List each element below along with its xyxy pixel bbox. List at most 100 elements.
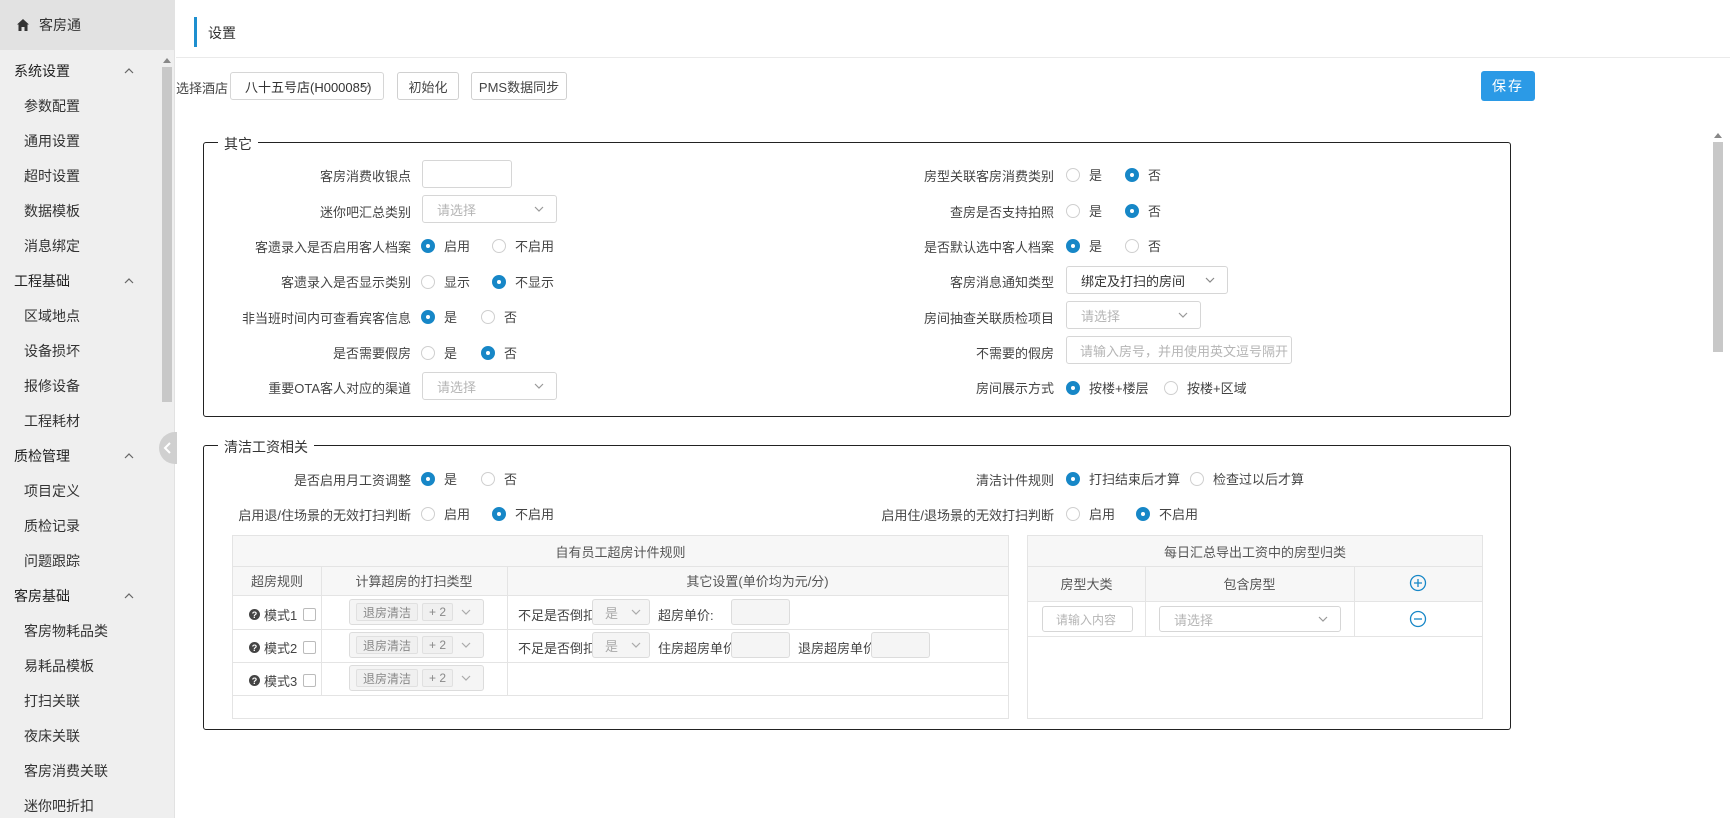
radio-label: 检查过以后才算 — [1213, 472, 1305, 487]
scroll-up-arrow-icon[interactable] — [1714, 133, 1722, 138]
sidebar-item[interactable]: 打扫关联 — [0, 683, 158, 718]
need-fake-room-label: 是否需要假房 — [332, 346, 411, 361]
sidebar-scroll-thumb[interactable] — [162, 67, 172, 402]
default-guest-profile-yes-radio[interactable]: 是 — [1066, 236, 1102, 255]
mode-2-deduct-label: 不足是否倒扣: — [518, 641, 600, 656]
init-button[interactable]: 初始化 — [397, 72, 459, 100]
room-display-floor-radio[interactable]: 按楼+楼层 — [1066, 378, 1149, 397]
roomtype-consume-no-radio[interactable]: 否 — [1125, 165, 1161, 184]
lost-show-category-show-radio[interactable]: 显示 — [421, 272, 470, 291]
lost-show-category-hide-radio[interactable]: 不显示 — [492, 272, 554, 291]
piece-rule-after-check-radio[interactable]: 检查过以后才算 — [1190, 469, 1304, 488]
sidebar-item[interactable]: 问题跟踪 — [0, 543, 158, 578]
sidebar-item[interactable]: 消息绑定 — [0, 228, 158, 263]
radio-label: 不启用 — [515, 239, 555, 254]
mode-1-price-input[interactable] — [731, 599, 790, 625]
sidebar-item[interactable]: 质检记录 — [0, 508, 158, 543]
cashier-point-label: 客房消费收银点 — [319, 169, 411, 184]
divider — [233, 595, 1008, 596]
sidebar-item[interactable]: 易耗品模板 — [0, 648, 158, 683]
need-fake-room-yes-radio[interactable]: 是 — [421, 343, 457, 362]
need-fake-room-no-radio[interactable]: 否 — [481, 343, 517, 362]
mode-2-checkin-price-input[interactable] — [731, 632, 790, 658]
checkout-invalid-clean-enable-radio[interactable]: 启用 — [421, 504, 470, 523]
add-row-icon[interactable] — [1409, 574, 1427, 592]
hotel-select[interactable]: 八十五号店(H000085) — [230, 72, 384, 100]
mode-2-checkout-price-input[interactable] — [871, 632, 930, 658]
radio-icon — [421, 238, 435, 253]
included-roomtypes-select[interactable]: 请选择 — [1159, 606, 1341, 632]
spot-check-qc-select[interactable]: 请选择 — [1066, 301, 1201, 329]
sidebar-group[interactable]: 系统设置 — [0, 53, 158, 88]
mode-2-deduct-select[interactable]: 是 — [592, 632, 650, 658]
radio-icon — [1066, 167, 1080, 182]
roomtype-consume-yes-radio[interactable]: 是 — [1066, 165, 1102, 184]
divider — [1028, 636, 1482, 637]
checkin-invalid-clean-enable-radio[interactable]: 启用 — [1066, 504, 1115, 523]
radio-icon — [1125, 167, 1139, 182]
lost-guest-profile-label: 客遗录入是否启用客人档案 — [254, 240, 411, 255]
mode-1-checkbox[interactable] — [303, 608, 317, 621]
sidebar-item[interactable]: 项目定义 — [0, 473, 158, 508]
clean-type-tag: 退房清洁 — [356, 636, 419, 654]
unneeded-fake-room-input[interactable]: 请输入房号，并用使用英文逗号隔开 — [1066, 336, 1292, 364]
remove-row-icon[interactable] — [1409, 610, 1427, 628]
sidebar-item[interactable]: 数据模板 — [0, 193, 158, 228]
monthly-wage-no-radio[interactable]: 否 — [481, 469, 517, 488]
sidebar-item[interactable]: 通用设置 — [0, 123, 158, 158]
sidebar-item[interactable]: 参数配置 — [0, 88, 158, 123]
main-scrollbar[interactable] — [1710, 128, 1726, 818]
mode-3-cell: ? 模式3 — [249, 671, 317, 690]
off-shift-guest-info-yes-radio[interactable]: 是 — [421, 307, 457, 326]
chevron-down-icon — [631, 609, 641, 615]
deduct-value: 是 — [605, 638, 619, 654]
sidebar-item[interactable]: 区域地点 — [0, 298, 158, 333]
mode-2-clean-type-select[interactable]: 退房清洁 + 2 — [349, 632, 484, 658]
save-button[interactable]: 保存 — [1481, 71, 1535, 101]
minibar-category-select[interactable]: 请选择 — [422, 195, 557, 223]
mode-1-clean-type-select[interactable]: 退房清洁 + 2 — [349, 599, 484, 625]
message-notify-type-select[interactable]: 绑定及打扫的房间 — [1066, 266, 1228, 294]
inspection-photo-no-radio[interactable]: 否 — [1125, 201, 1161, 220]
page-title: 设置 — [208, 25, 236, 41]
lost-guest-profile-disable-radio[interactable]: 不启用 — [492, 236, 554, 255]
main-content: 设置 选择酒店 八十五号店(H000085) 初始化 PMS数据同步 保存 其它… — [176, 0, 1730, 818]
mode-1-deduct-select[interactable]: 是 — [592, 599, 650, 625]
sidebar-group-label: 系统设置 — [14, 62, 70, 79]
sidebar-item[interactable]: 报修设备 — [0, 368, 158, 403]
sidebar-item[interactable]: 客房消费关联 — [0, 753, 158, 788]
pms-sync-button[interactable]: PMS数据同步 — [471, 72, 567, 100]
mode-3-checkbox[interactable] — [303, 674, 317, 687]
mode-3-clean-type-select[interactable]: 退房清洁 + 2 — [349, 665, 484, 691]
scroll-up-arrow-icon[interactable] — [163, 58, 171, 63]
mode-label: 模式3 — [264, 674, 298, 689]
cashier-point-input[interactable] — [422, 160, 512, 188]
chevron-down-icon — [1205, 277, 1215, 283]
off-shift-guest-info-no-radio[interactable]: 否 — [481, 307, 517, 326]
title-accent-bar — [194, 17, 197, 47]
monthly-wage-yes-radio[interactable]: 是 — [421, 469, 457, 488]
room-display-area-radio[interactable]: 按楼+区域 — [1164, 378, 1247, 397]
sidebar-item[interactable]: 设备损坏 — [0, 333, 158, 368]
sidebar-item[interactable]: 客房物耗品类 — [0, 613, 158, 648]
checkin-invalid-clean-disable-radio[interactable]: 不启用 — [1136, 504, 1198, 523]
lost-guest-profile-enable-radio[interactable]: 启用 — [421, 236, 470, 255]
main-scroll-thumb[interactable] — [1713, 142, 1723, 352]
mode-2-checkbox[interactable] — [303, 641, 317, 654]
cleaning-legend: 清洁工资相关 — [218, 437, 314, 457]
sidebar-item[interactable]: 工程耗材 — [0, 403, 158, 438]
default-guest-profile-no-radio[interactable]: 否 — [1125, 236, 1161, 255]
room-category-input[interactable]: 请输入内容 — [1042, 606, 1133, 632]
sidebar-group[interactable]: 工程基础 — [0, 263, 158, 298]
sidebar-item[interactable]: 夜床关联 — [0, 718, 158, 753]
sidebar-item[interactable]: 迷你吧折扣 — [0, 788, 158, 818]
clean-type-tag: 退房清洁 — [356, 669, 419, 687]
sidebar-group[interactable]: 客房基础 — [0, 578, 158, 613]
checkout-invalid-clean-disable-radio[interactable]: 不启用 — [492, 504, 554, 523]
inspection-photo-yes-radio[interactable]: 是 — [1066, 201, 1102, 220]
app-header[interactable]: 客房通 — [0, 0, 174, 50]
piece-rule-after-clean-radio[interactable]: 打扫结束后才算 — [1066, 469, 1180, 488]
sidebar-group[interactable]: 质检管理 — [0, 438, 158, 473]
sidebar-item[interactable]: 超时设置 — [0, 158, 158, 193]
ota-channel-select[interactable]: 请选择 — [422, 372, 557, 400]
